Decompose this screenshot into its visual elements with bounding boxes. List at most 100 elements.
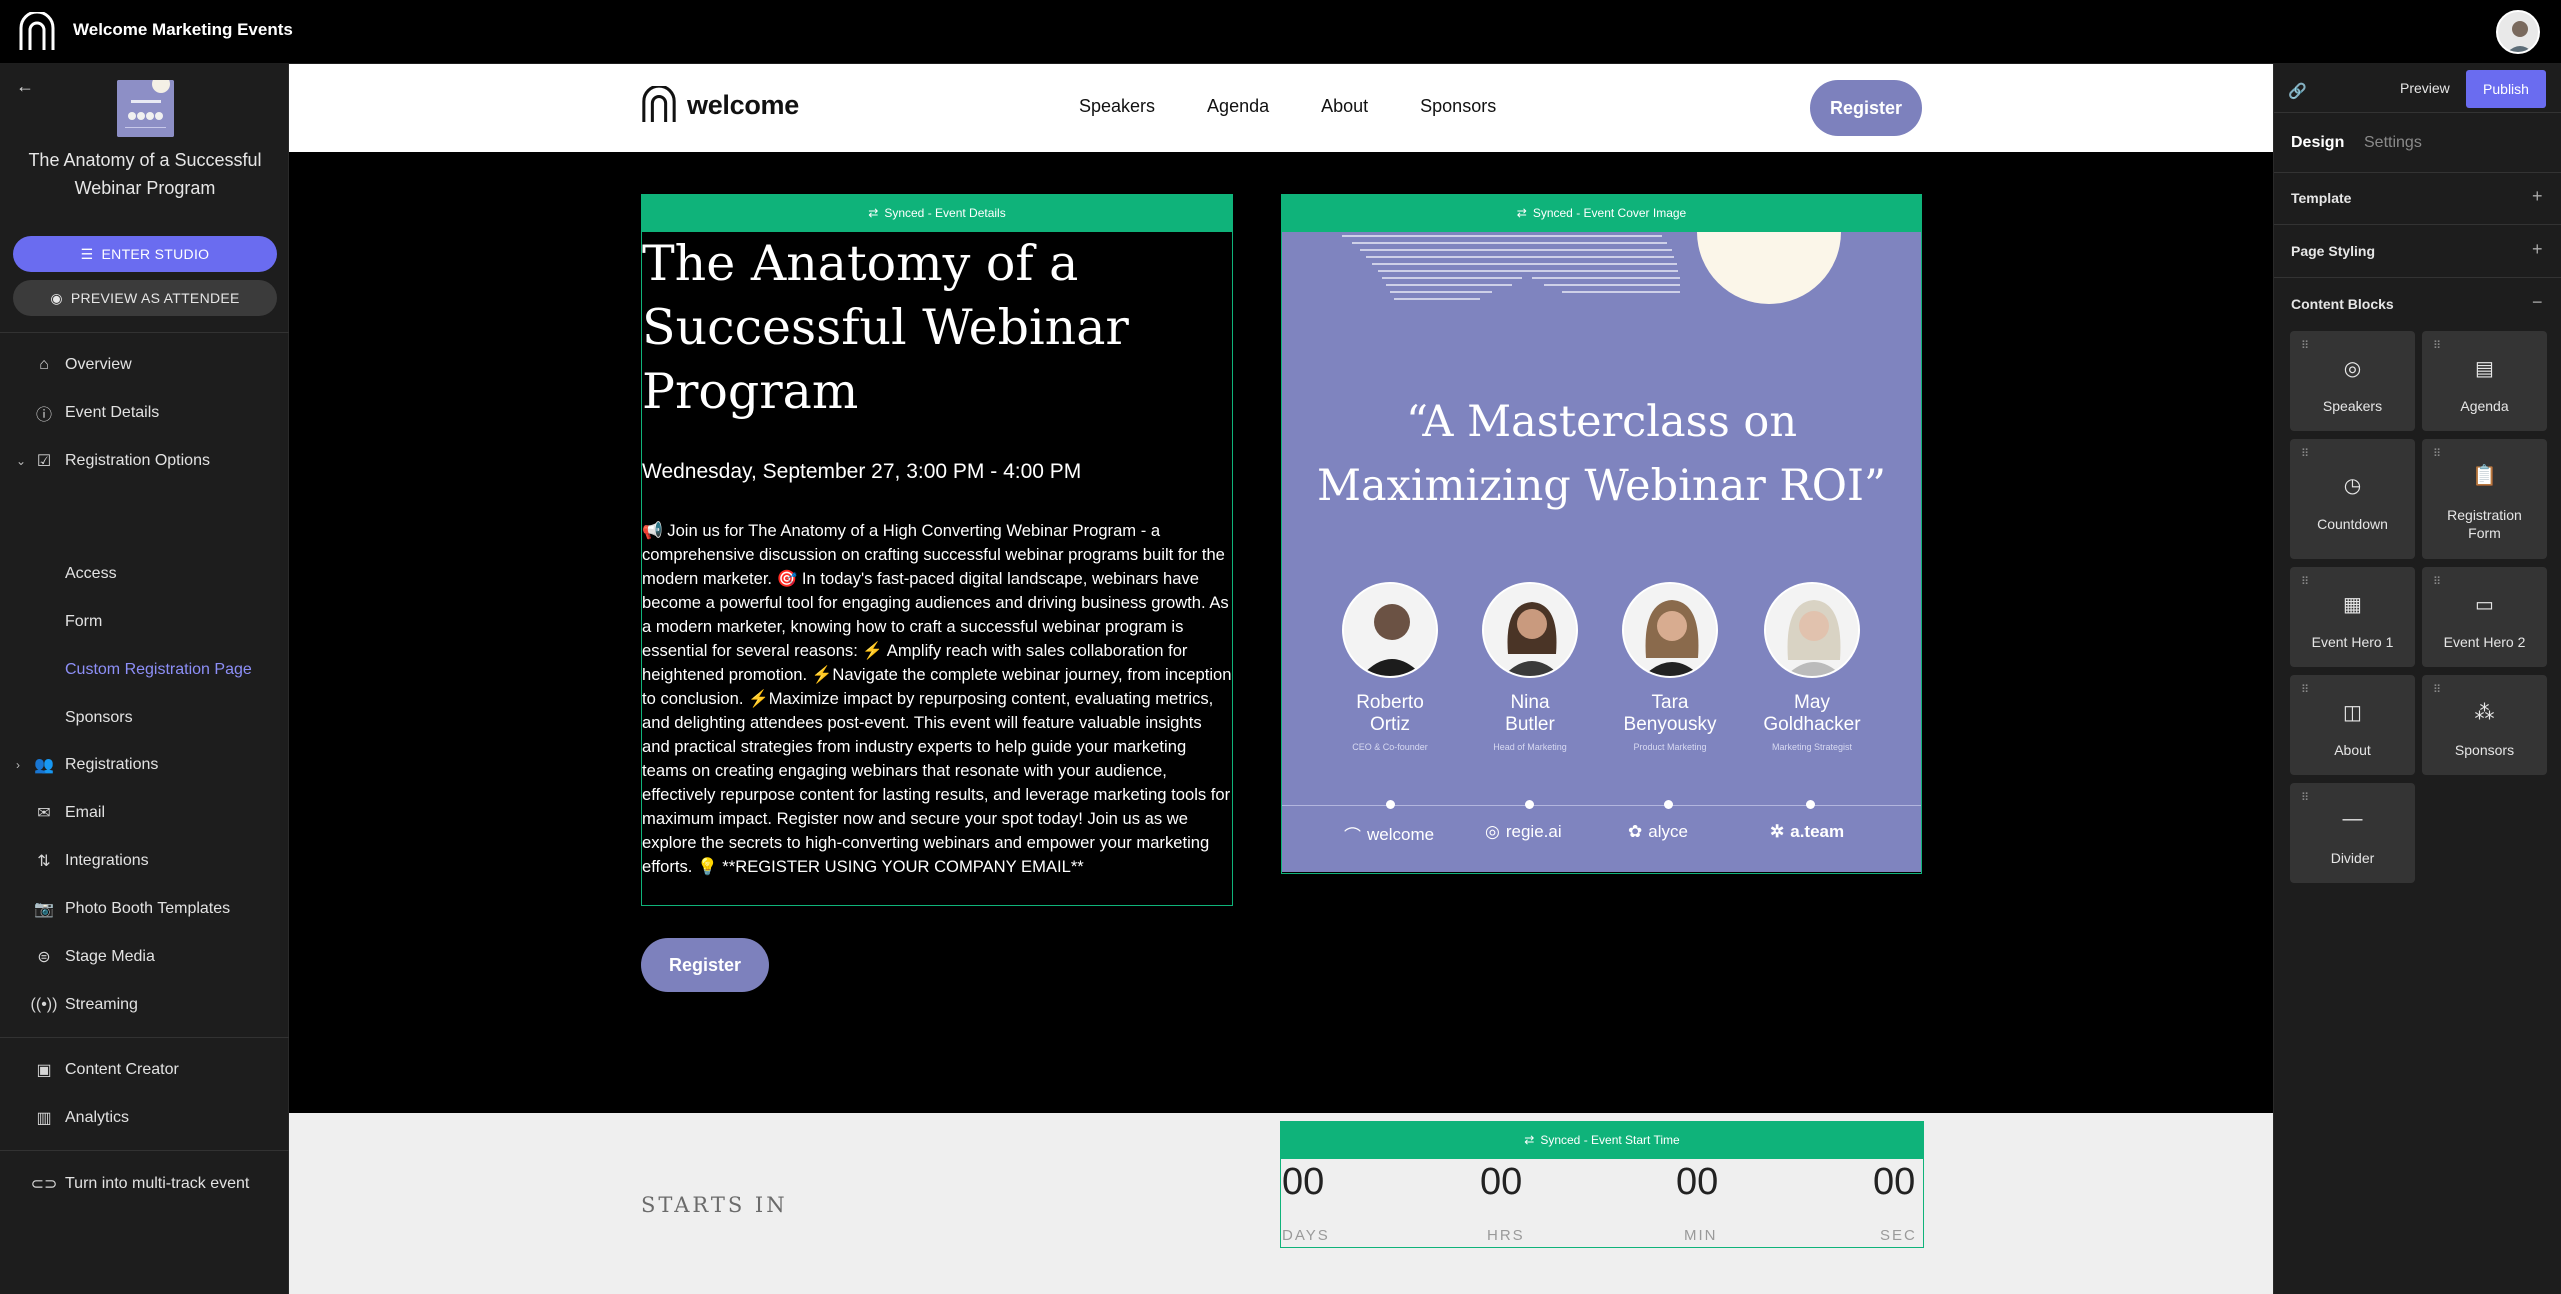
site-brand[interactable]: welcome bbox=[641, 86, 799, 124]
sidebar-item-label: Streaming bbox=[65, 996, 138, 1013]
countdown-section[interactable]: STARTS IN ⇄ Synced - Event Start Time 00 … bbox=[289, 1113, 2473, 1294]
plus-icon[interactable]: + bbox=[2532, 186, 2543, 207]
block-countdown[interactable]: ⠿ ◷ Countdown bbox=[2290, 439, 2415, 559]
block-divider[interactable]: ⠿ — Divider bbox=[2290, 783, 2415, 883]
sync-icon: ⇄ bbox=[1524, 1133, 1535, 1147]
preview-as-attendee-button[interactable]: ◉ PREVIEW AS ATTENDEE bbox=[13, 280, 277, 316]
welcome-logo-icon[interactable] bbox=[18, 12, 56, 52]
section-page-styling[interactable]: Page Styling + bbox=[2274, 226, 2561, 278]
book-icon: ◫ bbox=[2343, 702, 2362, 724]
minus-icon[interactable]: − bbox=[2532, 292, 2543, 313]
block-sponsors[interactable]: ⠿ ⁂ Sponsors bbox=[2422, 675, 2547, 775]
sidebar-item-overview[interactable]: ⌂ Overview bbox=[0, 345, 289, 385]
enter-studio-label: ENTER STUDIO bbox=[101, 246, 210, 262]
enter-studio-button[interactable]: ☰ ENTER STUDIO bbox=[13, 236, 277, 272]
stage-media-icon: ⊜ bbox=[37, 949, 51, 966]
block-about[interactable]: ⠿ ◫ About bbox=[2290, 675, 2415, 775]
chevron-down-icon[interactable]: ⌄ bbox=[16, 454, 26, 468]
sidebar-item-stage-media[interactable]: ⊜ Stage Media bbox=[0, 937, 289, 977]
sidebar-item-label: Event Details bbox=[65, 404, 160, 421]
timeline-dot bbox=[1386, 800, 1395, 809]
tab-settings[interactable]: Settings bbox=[2364, 134, 2422, 152]
sync-icon: ⇄ bbox=[868, 206, 879, 220]
design-panel: 🔗 Preview Publish Design Settings Templa… bbox=[2273, 64, 2561, 1294]
block-label: Registration Form bbox=[2447, 507, 2522, 541]
plus-icon[interactable]: + bbox=[2532, 239, 2543, 260]
sidebar-item-registration-options[interactable]: ⌄ ☑ Registration Options bbox=[0, 441, 289, 481]
welcome-logo-icon: ⌒ bbox=[1344, 827, 1361, 846]
block-label: Agenda bbox=[2460, 398, 2509, 414]
speaker-name: Tara Benyousky bbox=[1623, 692, 1717, 735]
sidebar-item-analytics[interactable]: ▥ Analytics bbox=[0, 1098, 289, 1138]
drag-handle-icon[interactable]: ⠿ bbox=[2433, 447, 2441, 460]
speaker-name: Nina Butler bbox=[1505, 692, 1555, 735]
block-label: Sponsors bbox=[2454, 742, 2515, 758]
preview-button[interactable]: Preview bbox=[2400, 80, 2450, 96]
block-speakers[interactable]: ⠿ ◎ Speakers bbox=[2290, 331, 2415, 431]
sidebar-subitem-form[interactable]: Form bbox=[65, 613, 102, 631]
sponsor-logo-regie: ◎ regie.ai bbox=[1485, 822, 1562, 841]
nav-link-sponsors[interactable]: Sponsors bbox=[1420, 96, 1496, 117]
starts-in-label: STARTS IN bbox=[641, 1193, 788, 1217]
drag-handle-icon[interactable]: ⠿ bbox=[2301, 791, 2309, 804]
block-agenda[interactable]: ⠿ ▤ Agenda bbox=[2422, 331, 2547, 431]
user-avatar[interactable] bbox=[2496, 10, 2540, 54]
tab-design[interactable]: Design bbox=[2291, 134, 2344, 152]
chevron-right-icon[interactable]: › bbox=[16, 758, 20, 772]
sidebar-item-registrations[interactable]: › 👥 Registrations bbox=[0, 745, 289, 785]
drag-handle-icon[interactable]: ⠿ bbox=[2301, 683, 2309, 696]
sidebar-item-integrations[interactable]: ⇅ Integrations bbox=[0, 841, 289, 881]
divider bbox=[0, 1037, 289, 1038]
nav-link-speakers[interactable]: Speakers bbox=[1079, 96, 1155, 117]
link-icon[interactable]: 🔗 bbox=[2288, 82, 2307, 100]
speaker-card: Tara Benyousky Product Marketing bbox=[1600, 582, 1740, 752]
countdown-days: 00 bbox=[1282, 1161, 1325, 1203]
regie-logo-icon: ◎ bbox=[1485, 822, 1500, 841]
synced-banner-details: ⇄ Synced - Event Details bbox=[641, 194, 1233, 232]
nav-link-agenda[interactable]: Agenda bbox=[1207, 96, 1269, 117]
sidebar-item-photo-booth-templates[interactable]: 📷 Photo Booth Templates bbox=[0, 889, 289, 929]
sidebar-item-label: Registrations bbox=[65, 756, 159, 773]
preview-as-attendee-label: PREVIEW AS ATTENDEE bbox=[70, 290, 240, 306]
drag-handle-icon[interactable]: ⠿ bbox=[2433, 339, 2441, 352]
drag-handle-icon[interactable]: ⠿ bbox=[2301, 339, 2309, 352]
block-event-hero-1[interactable]: ⠿ ▦ Event Hero 1 bbox=[2290, 567, 2415, 667]
publish-button[interactable]: Publish bbox=[2466, 70, 2546, 108]
countdown-minutes-label: MIN bbox=[1684, 1227, 1718, 1244]
block-event-hero-2[interactable]: ⠿ ▭ Event Hero 2 bbox=[2422, 567, 2547, 667]
block-registration-form[interactable]: ⠿ 📋 Registration Form bbox=[2422, 439, 2547, 559]
section-template[interactable]: Template + bbox=[2274, 173, 2561, 225]
drag-handle-icon[interactable]: ⠿ bbox=[2301, 575, 2309, 588]
event-date: Wednesday, September 27, 3:00 PM - 4:00 … bbox=[642, 460, 1082, 483]
countdown-hours: 00 bbox=[1480, 1161, 1523, 1203]
countdown-seconds-label: SEC bbox=[1880, 1227, 1917, 1244]
section-label: Content Blocks bbox=[2291, 296, 2394, 312]
sidebar-item-label: Overview bbox=[65, 356, 132, 373]
sidebar-item-streaming[interactable]: ((•)) Streaming bbox=[0, 985, 289, 1025]
bar-chart-icon: ▥ bbox=[36, 1110, 52, 1127]
sidebar-subitem-access[interactable]: Access bbox=[65, 565, 117, 583]
workspace-title: Welcome Marketing Events bbox=[73, 20, 293, 39]
sidebar-item-email[interactable]: ✉ Email bbox=[0, 793, 289, 833]
sidebar-item-label: Registration Options bbox=[65, 452, 210, 469]
sidebar-item-content-creator[interactable]: ▣ Content Creator bbox=[0, 1050, 289, 1090]
register-button[interactable]: Register bbox=[641, 938, 769, 992]
sidebar-item-multi-track[interactable]: ⊂⊃ Turn into multi-track event bbox=[0, 1164, 289, 1204]
speaker-card: Nina Butler Head of Marketing bbox=[1460, 582, 1600, 752]
site-header: welcome Speakers Agenda About Sponsors R… bbox=[289, 64, 2473, 152]
synced-banner-time: ⇄ Synced - Event Start Time bbox=[1280, 1121, 1924, 1159]
sidebar-subitem-custom-registration-page[interactable]: Custom Registration Page bbox=[65, 661, 252, 679]
drag-handle-icon[interactable]: ⠿ bbox=[2433, 575, 2441, 588]
drag-handle-icon[interactable]: ⠿ bbox=[2433, 683, 2441, 696]
header-register-button[interactable]: Register bbox=[1810, 80, 1922, 136]
sidebar-item-label: Analytics bbox=[65, 1109, 130, 1126]
sidebar-subitem-sponsors[interactable]: Sponsors bbox=[65, 709, 133, 727]
timeline-dot bbox=[1525, 800, 1534, 809]
layout-icon: ▦ bbox=[2343, 594, 2362, 616]
sidebar-item-event-details[interactable]: ⓘ Event Details bbox=[0, 393, 289, 433]
section-content-blocks[interactable]: Content Blocks − bbox=[2274, 279, 2561, 331]
nav-link-about[interactable]: About bbox=[1321, 96, 1368, 117]
site-nav-links: Speakers Agenda About Sponsors bbox=[1079, 96, 1496, 117]
back-arrow-icon[interactable]: ← bbox=[16, 76, 34, 97]
drag-handle-icon[interactable]: ⠿ bbox=[2301, 447, 2309, 460]
